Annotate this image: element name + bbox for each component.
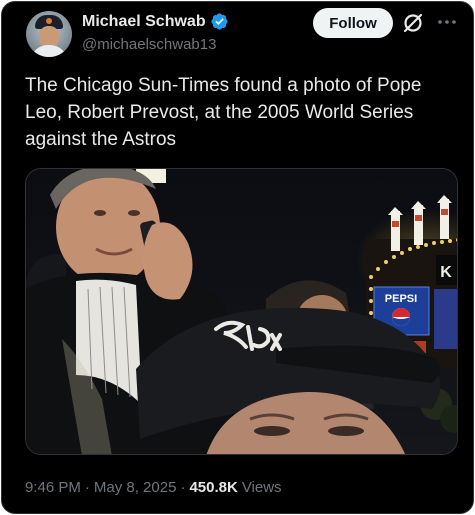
tweet-time[interactable]: 9:46 PM <box>25 479 81 496</box>
meta-separator: · <box>180 479 186 496</box>
tweet-photo[interactable]: K PEPSI <box>25 168 458 455</box>
views-label: Views <box>241 479 282 496</box>
meta-separator: · <box>84 479 90 496</box>
tweet-text: The Chicago Sun-Times found a photo of P… <box>25 75 422 150</box>
author-display-name[interactable]: Michael Schwab <box>82 13 206 31</box>
photo-illustration: K PEPSI <box>26 169 457 454</box>
svg-text:K: K <box>440 264 452 281</box>
verified-badge-icon <box>210 13 228 30</box>
views-count: 450.8K <box>189 479 238 496</box>
author-handle[interactable]: @michaelschwab13 <box>82 36 216 53</box>
grok-icon[interactable] <box>401 11 425 35</box>
tweet-meta: 9:46 PM · May 8, 2025 · 450.8K Views <box>25 479 282 496</box>
more-options-icon[interactable] <box>435 12 459 32</box>
tweet-card: Michael Schwab @michaelschwab13 Follow T… <box>1 1 474 514</box>
follow-button[interactable]: Follow <box>313 8 393 38</box>
avatar[interactable] <box>26 11 72 57</box>
pepsi-sign-text: PEPSI <box>385 293 417 305</box>
tweet-date[interactable]: May 8, 2025 <box>94 479 177 496</box>
author-name-row: Michael Schwab <box>82 12 229 31</box>
